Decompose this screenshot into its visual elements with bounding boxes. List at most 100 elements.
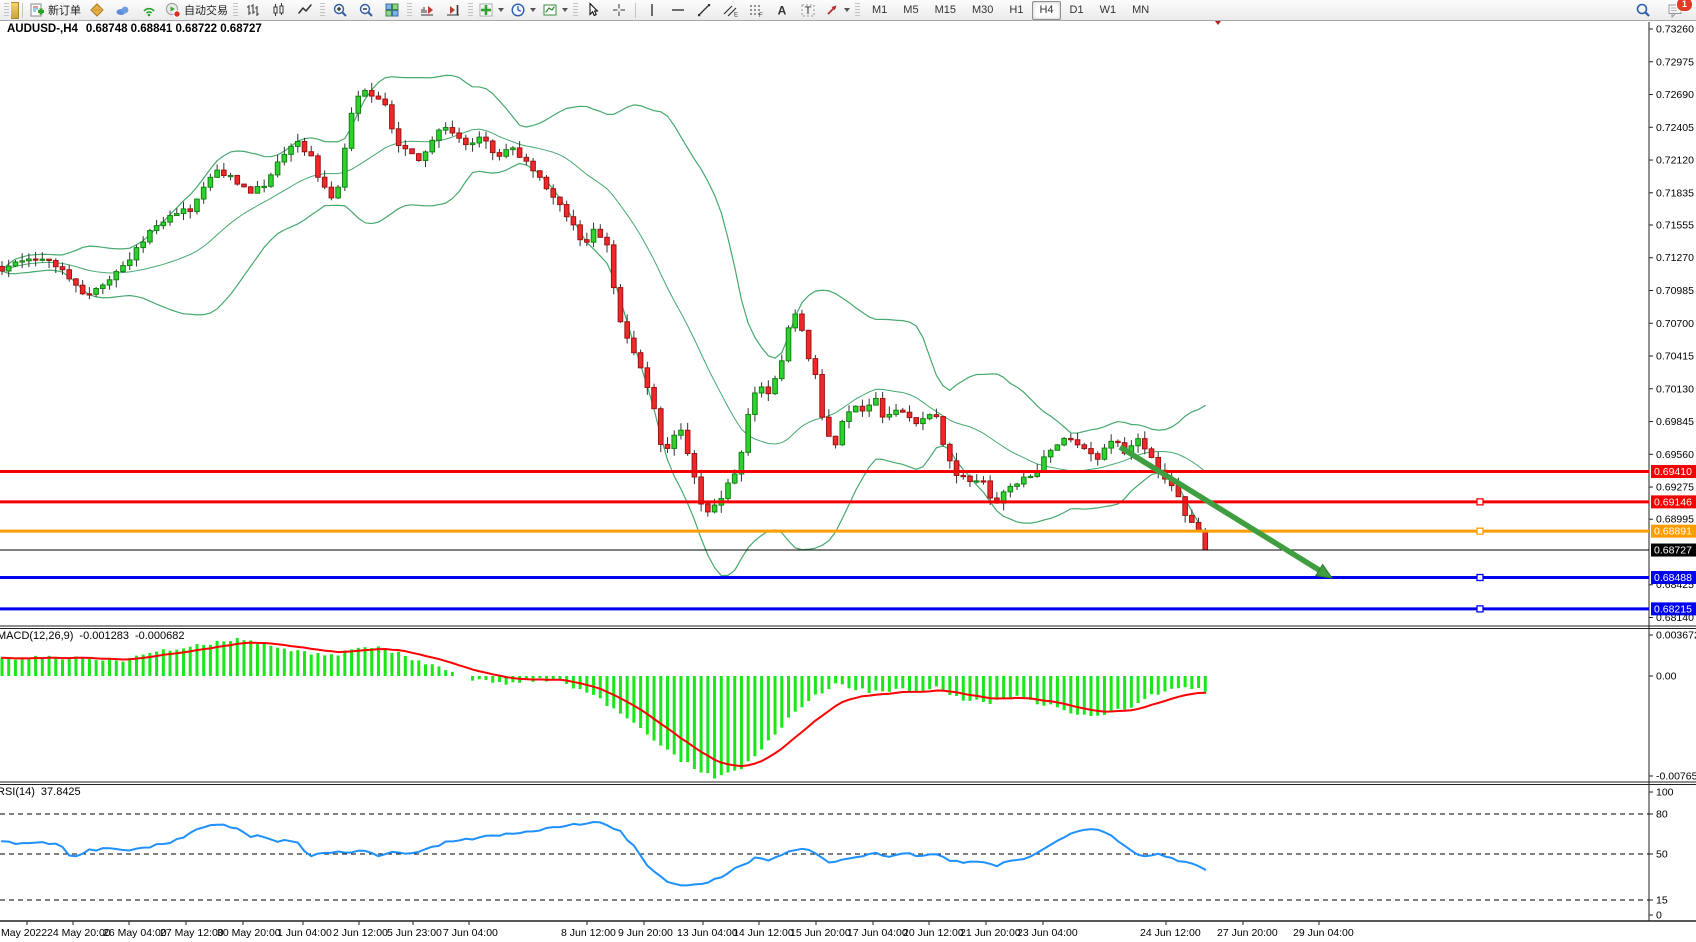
rsi-value: 37.8425 [41, 786, 81, 798]
truncated-left-icon [11, 2, 19, 19]
toolbar-separator [635, 3, 636, 18]
notification-badge: 1 [1676, 0, 1693, 12]
text-tool[interactable]: A [769, 0, 795, 20]
trend-arrow[interactable] [1120, 447, 1332, 578]
svg-text:0.00: 0.00 [1656, 671, 1677, 683]
svg-text:7 Jun 04:00: 7 Jun 04:00 [443, 927, 498, 939]
toolbar-separator [22, 3, 23, 18]
time-axis[interactable]: May 202224 May 20:0026 May 04:0027 May 1… [1, 921, 1354, 939]
svg-text:27 Jun 20:00: 27 Jun 20:00 [1217, 927, 1278, 939]
bar-chart-icon [245, 2, 261, 18]
macd-name: MACD(12,26,9) [0, 630, 73, 642]
toolbar-grip [855, 3, 860, 17]
ohlc-values: 0.68748 0.68841 0.68722 0.68727 [86, 23, 262, 35]
line-chart-button[interactable] [292, 0, 318, 20]
crosshair-tool-button[interactable] [606, 0, 632, 20]
svg-text:0.71555: 0.71555 [1656, 219, 1694, 231]
timeframe-W1[interactable]: W1 [1093, 1, 1124, 20]
svg-text:13 Jun 04:00: 13 Jun 04:00 [677, 927, 738, 939]
autotrading-toggle[interactable]: 自动交易 [162, 0, 231, 20]
search-button[interactable] [1630, 0, 1656, 20]
price-axis[interactable]: 0.732600.729750.726900.724050.721200.718… [1649, 24, 1696, 625]
macd-axis[interactable]: 0.0036720.00-0.007656 [1649, 630, 1696, 783]
macd-indicator-label: MACD(12,26,9)-0.001283-0.000682 [0, 630, 191, 642]
svg-text:F: F [759, 13, 763, 18]
horizontal-line-tool[interactable] [665, 0, 691, 20]
svg-text:0.70130: 0.70130 [1656, 383, 1694, 395]
timeframe-M15[interactable]: M15 [928, 1, 963, 20]
templates-button[interactable] [539, 0, 571, 20]
trendline-tool[interactable] [691, 0, 717, 20]
chevron-down-icon [562, 8, 568, 12]
svg-text:2 Jun 12:00: 2 Jun 12:00 [333, 927, 388, 939]
template-icon [542, 2, 558, 18]
signal-wifi-icon [141, 2, 157, 18]
timeframe-M5[interactable]: M5 [896, 1, 925, 20]
svg-text:100: 100 [1656, 787, 1674, 799]
svg-text:15: 15 [1656, 895, 1668, 907]
svg-text:14 Jun 12:00: 14 Jun 12:00 [733, 927, 794, 939]
gold-cube-icon [89, 2, 105, 18]
new-order-icon [29, 2, 45, 18]
new-order-label: 新订单 [48, 2, 81, 18]
svg-text:0.72975: 0.72975 [1656, 56, 1694, 68]
svg-text:0.69410: 0.69410 [1654, 466, 1692, 478]
crosshair-icon [611, 2, 627, 18]
main-toolbar: 新订单 自动交易 E F A T [0, 0, 1696, 21]
zoom-out-button[interactable] [353, 0, 379, 20]
zoom-in-icon [332, 2, 348, 18]
timeframe-MN[interactable]: MN [1125, 1, 1156, 20]
macd-histogram [2, 638, 1205, 779]
arrows-tool[interactable] [821, 0, 853, 20]
timeframe-H1[interactable]: H1 [1002, 1, 1030, 20]
symbol-period-label: AUDUSD-,H4 [7, 23, 78, 35]
auto-scroll-button[interactable] [414, 0, 440, 20]
zoom-out-icon [358, 2, 374, 18]
svg-text:0.70415: 0.70415 [1656, 351, 1694, 363]
autotrading-icon [165, 2, 181, 18]
svg-text:0.68488: 0.68488 [1654, 572, 1692, 584]
tile-windows-button[interactable] [379, 0, 405, 20]
market-watch-button[interactable] [110, 0, 136, 20]
svg-text:80: 80 [1656, 809, 1668, 821]
chart-shift-icon [445, 2, 461, 18]
chart-canvas[interactable]: 0.732600.729750.726900.724050.721200.718… [0, 0, 1696, 942]
zoom-in-button[interactable] [327, 0, 353, 20]
svg-text:9 Jun 20:00: 9 Jun 20:00 [618, 927, 673, 939]
candle-chart-button[interactable] [266, 0, 292, 20]
text-label-tool[interactable]: T [795, 0, 821, 20]
svg-text:27 May 12:00: 27 May 12:00 [160, 927, 224, 939]
equidistant-channel-icon: E [722, 2, 738, 18]
svg-text:20 Jun 12:00: 20 Jun 12:00 [903, 927, 964, 939]
chart-shift-button[interactable] [440, 0, 466, 20]
svg-text:21 Jun 20:00: 21 Jun 20:00 [960, 927, 1021, 939]
new-order-button[interactable]: 新订单 [26, 0, 84, 20]
svg-text:May 2022: May 2022 [1, 927, 47, 939]
periods-menu-button[interactable] [507, 0, 539, 20]
arrows-icon [824, 2, 840, 18]
timeframe-M30[interactable]: M30 [965, 1, 1000, 20]
channel-tool[interactable]: E [717, 0, 743, 20]
vertical-line-tool[interactable] [639, 0, 665, 20]
svg-text:8 Jun 12:00: 8 Jun 12:00 [561, 927, 616, 939]
svg-text:0.003672: 0.003672 [1656, 630, 1696, 642]
timeframe-M1[interactable]: M1 [865, 1, 894, 20]
chat-button[interactable]: 1 [1662, 0, 1688, 20]
indicators-button[interactable] [475, 0, 507, 20]
fibonacci-tool[interactable]: F [743, 0, 769, 20]
trendline-icon [696, 2, 712, 18]
svg-text:0.69275: 0.69275 [1656, 482, 1694, 494]
chart-title: AUDUSD-,H4 0.68748 0.68841 0.68722 0.6872… [7, 23, 270, 35]
profiles-button[interactable] [84, 0, 110, 20]
svg-text:0.69845: 0.69845 [1656, 416, 1694, 428]
bar-chart-button[interactable] [240, 0, 266, 20]
timeframe-H4[interactable]: H4 [1032, 1, 1060, 20]
svg-text:0.73260: 0.73260 [1656, 24, 1694, 36]
toolbar-grip [468, 3, 473, 17]
timeframe-D1[interactable]: D1 [1063, 1, 1091, 20]
signals-button[interactable] [136, 0, 162, 20]
rsi-axis[interactable]: 1008050150 [1649, 787, 1674, 922]
rsi-levels [0, 814, 1649, 900]
toolbar-grip [407, 3, 412, 17]
cursor-tool-button[interactable] [580, 0, 606, 20]
